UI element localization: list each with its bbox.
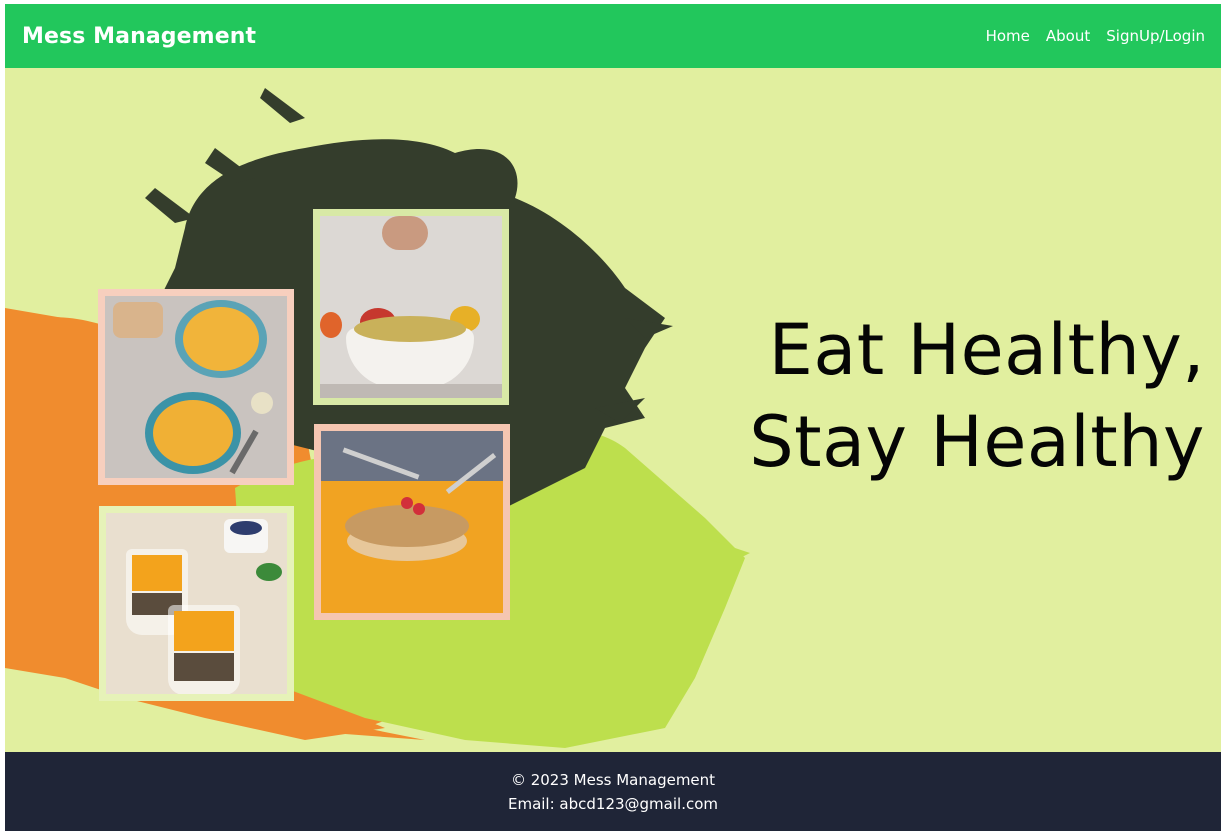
page-frame: Mess Management Home About SignUp/Login [5,4,1221,831]
tagline-line-1: Eat Healthy, [768,309,1205,391]
nav-links: Home About SignUp/Login [986,27,1205,45]
hero-section: Eat Healthy, Stay Healthy [5,68,1221,752]
footer: © 2023 Mess Management Email: abcd123@gm… [5,752,1221,831]
tagline-line-2: Stay Healthy [749,401,1205,483]
nav-signup-login-link[interactable]: SignUp/Login [1106,27,1205,45]
nav-about-link[interactable]: About [1046,27,1090,45]
pancake-photo [314,424,510,620]
salad-photo [313,209,509,405]
mango-parfait-photo [99,506,294,701]
nav-home-link[interactable]: Home [986,27,1030,45]
brand-logo[interactable]: Mess Management [22,24,256,49]
footer-copyright: © 2023 Mess Management [510,770,716,789]
soup-photo [98,289,294,485]
navbar: Mess Management Home About SignUp/Login [5,4,1221,68]
hero-tagline: Eat Healthy, Stay Healthy [749,304,1205,488]
footer-email: Email: abcd123@gmail.com [507,794,718,813]
